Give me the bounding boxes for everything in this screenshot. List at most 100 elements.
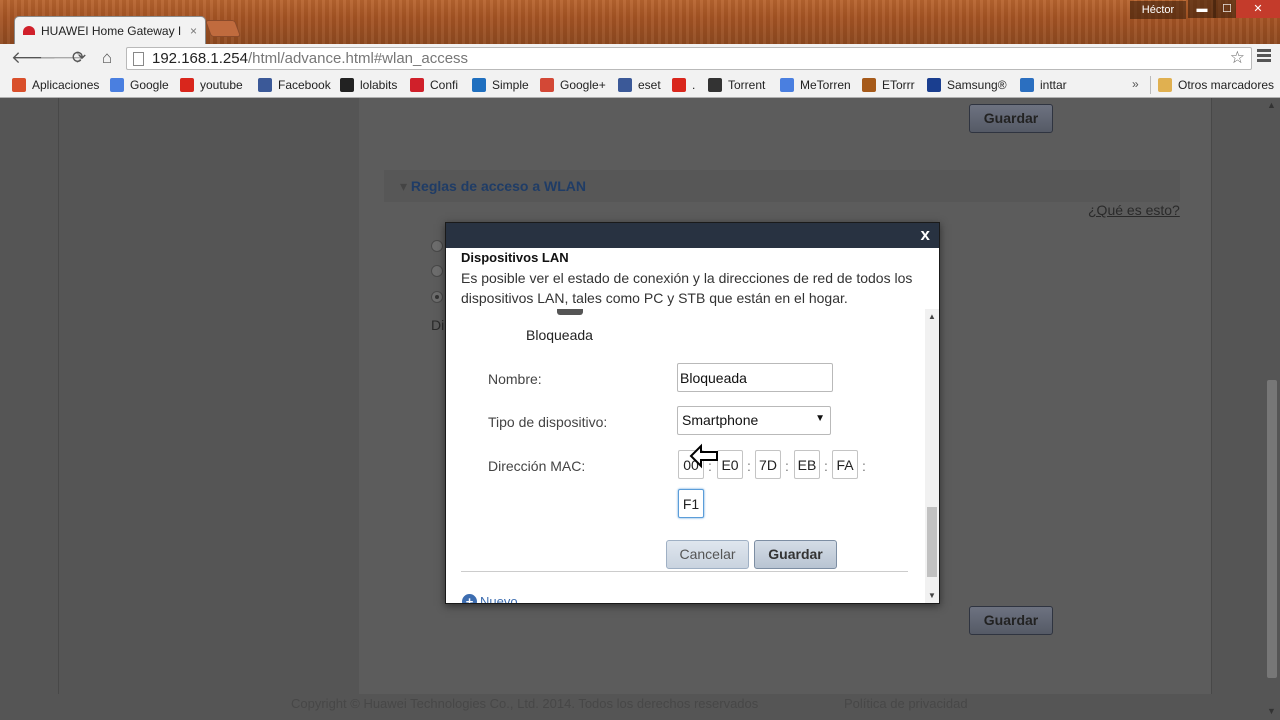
dialog-scroll-down-icon[interactable]: ▼ [928, 591, 936, 600]
lolabits-icon [340, 78, 354, 92]
googleplus-icon [540, 78, 554, 92]
mac-octet-3[interactable] [755, 450, 781, 479]
page-footer: Copyright © Huawei Technologies Co., Ltd… [0, 696, 1264, 720]
cancel-button[interactable]: Cancelar [666, 540, 749, 569]
bookmark-item[interactable]: Aplicaciones [12, 77, 99, 93]
bookmark-label: lolabits [360, 78, 398, 92]
wlan-access-section-header[interactable]: Reglas de acceso a WLAN [384, 170, 1180, 202]
bookmark-star-icon[interactable]: ☆ [1230, 48, 1245, 68]
bookmark-item[interactable]: . [672, 77, 695, 93]
page-scrollbar[interactable]: ▲ ▼ [1264, 98, 1280, 720]
dialog-scrollbar[interactable]: ▲ ▼ [925, 309, 939, 603]
bookmark-item[interactable]: Samsung® [927, 77, 1007, 93]
back-arrow-icon[interactable]: 🡐 [11, 48, 57, 68]
bookmark-label: Google+ [560, 78, 606, 92]
section-title: Reglas de acceso a WLAN [400, 178, 586, 195]
device-list-label: Di [431, 317, 445, 333]
dialog-header: x [446, 223, 939, 248]
close-window-icon[interactable]: ✕ [1236, 0, 1280, 18]
bookmark-item[interactable]: eset [618, 77, 661, 93]
url-host: 192.168.1.254 [152, 50, 248, 67]
rule-radio-3[interactable] [431, 291, 443, 303]
bookmark-item[interactable]: Torrent [708, 77, 765, 93]
home-icon[interactable]: ⌂ [96, 48, 118, 68]
mac-octet-6[interactable] [678, 489, 704, 518]
bookmark-item[interactable]: Google+ [540, 77, 606, 93]
privacy-link[interactable]: Política de privacidad [844, 696, 968, 711]
bookmark-item[interactable]: inttar [1020, 77, 1067, 93]
device-type-select[interactable]: Smartphone ▼ [677, 406, 831, 435]
bookmark-label: Google [130, 78, 169, 92]
save-button-top[interactable]: Guardar [969, 104, 1053, 133]
rule-radio-2[interactable] [431, 265, 443, 277]
apps-grid-icon [12, 78, 26, 92]
bookmarks-overflow-icon[interactable]: » [1132, 77, 1139, 91]
bookmark-label: MeTorren [800, 78, 851, 92]
other-bookmarks-folder[interactable]: Otros marcadores [1158, 77, 1274, 93]
scroll-down-icon[interactable]: ▼ [1267, 706, 1276, 716]
folder-icon [1158, 78, 1172, 92]
bookmark-item[interactable]: Google [110, 77, 169, 93]
diamond-icon [1020, 78, 1034, 92]
tab-close-icon[interactable]: × [190, 24, 197, 38]
help-link[interactable]: ¿Qué es esto? [1088, 202, 1180, 218]
bookmark-item[interactable]: Confi [410, 77, 458, 93]
bookmark-item[interactable]: ETorrr [862, 77, 915, 93]
dialog-scroll-up-icon[interactable]: ▲ [928, 312, 936, 321]
dialog-body: Bloqueada Nombre: Tipo de dispositivo: S… [446, 309, 926, 603]
name-field[interactable] [677, 363, 833, 392]
rule-radio-1[interactable] [431, 240, 443, 252]
name-label: Nombre: [488, 371, 542, 387]
save-button-bottom[interactable]: Guardar [969, 606, 1053, 635]
mac-octet-5[interactable] [832, 450, 858, 479]
add-device-label: Nuevo [480, 594, 518, 603]
bookmark-label: Simple [492, 78, 529, 92]
footer-copyright: Copyright © Huawei Technologies Co., Ltd… [291, 696, 759, 711]
other-bookmarks-label: Otros marcadores [1178, 78, 1275, 92]
bookmark-label: Samsung® [947, 78, 1007, 92]
add-device-link[interactable]: + Nuevo [462, 594, 518, 603]
lan-devices-dialog: x Dispositivos LAN Es posible ver el est… [445, 222, 940, 604]
minimize-icon[interactable]: ▬ [1188, 0, 1216, 18]
bookmark-item[interactable]: youtube [180, 77, 243, 93]
bookmark-label: youtube [200, 78, 243, 92]
scroll-up-icon[interactable]: ▲ [1267, 100, 1276, 110]
bookmark-label: . [692, 78, 696, 92]
mac-separator: : [785, 458, 789, 474]
bookmark-label: Facebook [278, 78, 331, 92]
mouse-cursor-icon [689, 443, 718, 469]
browser-tab[interactable]: HUAWEI Home Gateway I × [14, 16, 206, 44]
etorrent-icon [862, 78, 876, 92]
bookmarks-divider [1150, 76, 1151, 94]
dialog-close-icon[interactable]: x [921, 225, 930, 245]
page-scroll-thumb[interactable] [1267, 380, 1277, 678]
bookmark-item[interactable]: Facebook [258, 77, 331, 93]
reload-icon[interactable]: ⟳ [68, 48, 90, 68]
mac-separator: : [747, 458, 751, 474]
device-name: Bloqueada [526, 327, 593, 343]
address-bar[interactable]: 192.168.1.254 /html/advance.html#wlan_ac… [126, 47, 1252, 70]
samsung-icon [927, 78, 941, 92]
forward-arrow-icon[interactable]: 🡒 [39, 48, 85, 68]
left-column [59, 98, 359, 694]
mac-octet-4[interactable] [794, 450, 820, 479]
device-type-value: Smartphone [682, 412, 759, 428]
chrome-menu-icon[interactable] [1257, 49, 1271, 64]
save-button[interactable]: Guardar [754, 540, 837, 569]
google-icon [780, 78, 794, 92]
bookmark-item[interactable]: lolabits [340, 77, 397, 93]
mac-separator: : [862, 458, 866, 474]
bookmark-item[interactable]: MeTorren [780, 77, 851, 93]
bookmark-item[interactable]: Simple [472, 77, 529, 93]
tab-title: HUAWEI Home Gateway I [41, 23, 182, 38]
profile-name[interactable]: Héctor [1130, 1, 1186, 19]
mac-separator: : [824, 458, 828, 474]
new-tab-button[interactable] [204, 20, 242, 37]
bookmark-label: Aplicaciones [32, 78, 100, 92]
google-icon [110, 78, 124, 92]
device-icon [557, 309, 583, 315]
dialog-scroll-thumb[interactable] [927, 507, 937, 577]
window-titlebar: HUAWEI Home Gateway I × Héctor ▬ ☐ ✕ [0, 0, 1280, 44]
facebook-icon [258, 78, 272, 92]
url-path: /html/advance.html#wlan_access [247, 50, 469, 67]
